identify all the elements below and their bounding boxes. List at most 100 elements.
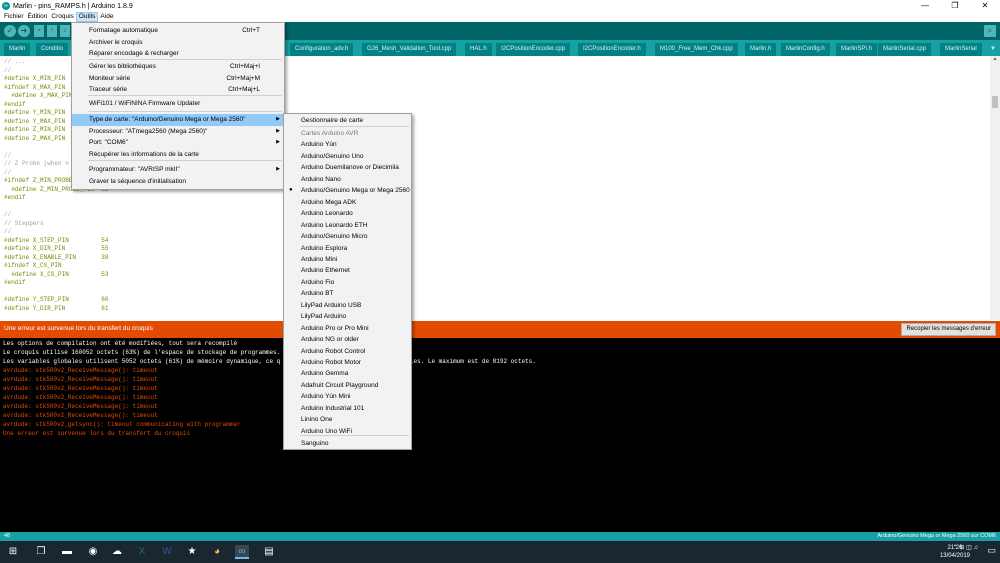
tab-marlin-spi[interactable]: MarlinSPI.h	[836, 43, 878, 56]
board-item[interactable]: Arduino Leonardo ETH	[284, 220, 411, 232]
board-item[interactable]: Arduino Industrial 101	[284, 403, 411, 415]
menu-edition[interactable]: Édition	[26, 12, 50, 22]
menu-bar: Fichier Édition Croquis Outils Aide	[0, 12, 1000, 22]
menu-fichier[interactable]: Fichier	[2, 12, 26, 22]
upload-icon[interactable]: ➜	[18, 25, 30, 37]
tools-menu-item[interactable]: Type de carte: "Arduino/Genuino Mega or …	[72, 114, 284, 126]
tools-menu-item[interactable]: Récupérer les informations de la carte	[72, 149, 284, 161]
star-app-icon[interactable]: ★	[185, 545, 199, 559]
verify-icon[interactable]: ✓	[4, 25, 16, 37]
tab-i2c-encoder-h[interactable]: I2CPositionEncoder.h	[578, 43, 646, 56]
tab-m100-free-mem[interactable]: M100_Free_Mem_Chk.cpp	[655, 43, 738, 56]
board-item[interactable]: Arduino Esplora	[284, 243, 411, 255]
board-item[interactable]: Arduino NG or older	[284, 334, 411, 346]
tab-marlin-serial[interactable]: MarlinSerial	[940, 43, 982, 56]
tab-marlin[interactable]: Marlin	[4, 43, 31, 56]
task-view-icon[interactable]: ❐	[34, 545, 48, 559]
tools-menu-item[interactable]: Réparer encodage & recharger	[72, 48, 284, 60]
console-line: Les options de compilation ont été modif…	[3, 340, 238, 347]
board-item[interactable]: Arduino Yún Mini	[284, 391, 411, 403]
tab-marlin-serial-cpp[interactable]: MarlinSerial.cpp	[878, 43, 932, 56]
open-sketch-icon[interactable]: ↑	[47, 25, 57, 37]
board-item-label: Sanguino	[301, 440, 329, 447]
new-sketch-icon[interactable]: ▫	[34, 25, 44, 37]
arduino-taskbar-icon[interactable]: ∞	[235, 545, 249, 559]
board-item[interactable]: Arduino Fio	[284, 277, 411, 289]
tools-menu-item[interactable]: Port: "COM6" ▶	[72, 137, 284, 149]
board-item[interactable]: Arduino Ethernet	[284, 265, 411, 277]
board-item[interactable]: Arduino Leonardo	[284, 208, 411, 220]
chrome-icon[interactable]: ◕	[210, 545, 224, 559]
serial-monitor-icon[interactable]: ⌕	[984, 25, 996, 37]
console-output[interactable]: Les options de compilation ont été modif…	[0, 338, 1000, 532]
board-manager-item[interactable]: Gestionnaire de carte	[284, 115, 411, 127]
tools-menu-item[interactable]: Archiver le croquis	[72, 37, 284, 49]
board-item[interactable]: Arduino Mini	[284, 254, 411, 266]
board-item[interactable]: LilyPad Arduino	[284, 311, 411, 323]
board-item-label: Arduino NG or older	[301, 336, 359, 344]
copy-errors-button[interactable]: Recopier les messages d'erreur	[901, 323, 996, 336]
board-item[interactable]: Arduino Gemma	[284, 368, 411, 380]
menu-croquis[interactable]: Croquis	[49, 12, 75, 22]
notification-icon[interactable]: ▭	[987, 545, 996, 556]
tools-menu-item[interactable]: Traceur série Ctrl+Maj+L	[72, 84, 284, 96]
board-item[interactable]: ● Arduino/Genuino Mega or Mega 2560	[284, 185, 411, 197]
console-line: Les variables globales utilisent 5052 oc…	[3, 358, 536, 365]
menu-outils[interactable]: Outils	[75, 12, 99, 22]
code-line: #ifndef Z_MIN_PROBE	[4, 177, 73, 184]
board-item[interactable]: Linino One	[284, 414, 411, 426]
menu-item-label: Programmateur: "AVRISP mkII"	[89, 166, 180, 173]
tab-marlin-config[interactable]: MarlinConfig.h	[781, 43, 830, 56]
clock[interactable]: 21:26 13/04/2019	[940, 544, 970, 560]
windows-start-icon[interactable]: ⊞	[6, 545, 20, 559]
code-line: #define X_CS_PIN 53	[4, 270, 109, 278]
tab-marlin-h[interactable]: Marlin.h	[745, 43, 777, 56]
wechat-icon[interactable]: ☁	[110, 545, 124, 559]
board-item[interactable]: Arduino/Genuino Uno	[284, 151, 411, 163]
board-item[interactable]: Arduino Pro or Pro Mini	[284, 323, 411, 335]
tab-menu-icon[interactable]: ▼	[990, 43, 996, 56]
tab-conditionals[interactable]: Conditio	[36, 43, 69, 56]
board-item[interactable]: LilyPad Arduino USB	[284, 300, 411, 312]
tools-menu-item[interactable]: Gérer les bibliothèques Ctrl+Maj+I	[72, 61, 284, 73]
tools-menu-item[interactable]: WiFi101 / WiFiNINA Firmware Updater	[72, 98, 284, 110]
board-item-label: Arduino Robot Motor	[301, 359, 361, 366]
tools-menu-item[interactable]: Graver la séquence d'initialisation	[72, 176, 284, 188]
tools-menu-item[interactable]: Processeur: "ATmega2560 (Mega 2560)" ▶	[72, 126, 284, 138]
excel-icon[interactable]: X	[135, 545, 149, 559]
tab-g26-mesh[interactable]: G26_Mesh_Validation_Tool.cpp	[362, 43, 457, 56]
minimize-button[interactable]: —	[910, 0, 940, 12]
word-icon[interactable]: W	[160, 545, 174, 559]
tools-menu-item[interactable]: Formatage automatique Ctrl+T	[72, 25, 284, 37]
board-item[interactable]: Arduino Robot Control	[284, 346, 411, 358]
board-item[interactable]: Arduino/Genuino Micro	[284, 231, 411, 243]
board-item[interactable]: Arduino Duemilanove or Diecimila	[284, 162, 411, 174]
menu-aide[interactable]: Aide	[98, 12, 115, 22]
tab-configuration-adv[interactable]: Configuration_adv.h	[290, 43, 354, 56]
tools-menu-item[interactable]: Programmateur: "AVRISP mkII" ▶	[72, 164, 284, 176]
code-line: // Steppers	[4, 219, 44, 227]
board-item[interactable]: Arduino Robot Motor	[284, 357, 411, 369]
scrollbar-thumb[interactable]	[992, 96, 998, 108]
tab-hal[interactable]: HAL.h	[465, 43, 492, 56]
board-item[interactable]: Arduino BT	[284, 288, 411, 300]
maximize-button[interactable]: ❐	[940, 0, 970, 12]
board-item[interactable]: Sanguino	[284, 438, 411, 450]
scroll-up-icon[interactable]: ▲	[990, 56, 1000, 64]
tools-menu-item[interactable]: Moniteur série Ctrl+Maj+M	[72, 73, 284, 85]
notes-icon[interactable]: ▤	[262, 545, 276, 559]
save-sketch-icon[interactable]: ↓	[60, 25, 70, 37]
code-line: #define Z_MAX_PIN	[4, 134, 66, 142]
tab-i2c-encoder-cpp[interactable]: I2CPositionEncoder.cpp	[496, 43, 571, 56]
code-line: #endif	[4, 100, 26, 108]
close-button[interactable]: ✕	[970, 0, 1000, 12]
board-item[interactable]: Arduino Mega ADK	[284, 197, 411, 209]
menu-separator	[300, 435, 409, 436]
board-item-label: Arduino Yún Mini	[301, 393, 351, 401]
explorer-icon[interactable]: ▬	[60, 545, 74, 559]
board-item[interactable]: Adafruit Circuit Playground	[284, 380, 411, 392]
board-item[interactable]: Arduino Nano	[284, 174, 411, 186]
board-item[interactable]: Arduino Yún	[284, 139, 411, 151]
app-icon-1[interactable]: ◉	[86, 545, 100, 559]
editor-scrollbar[interactable]: ▲	[990, 56, 1000, 320]
